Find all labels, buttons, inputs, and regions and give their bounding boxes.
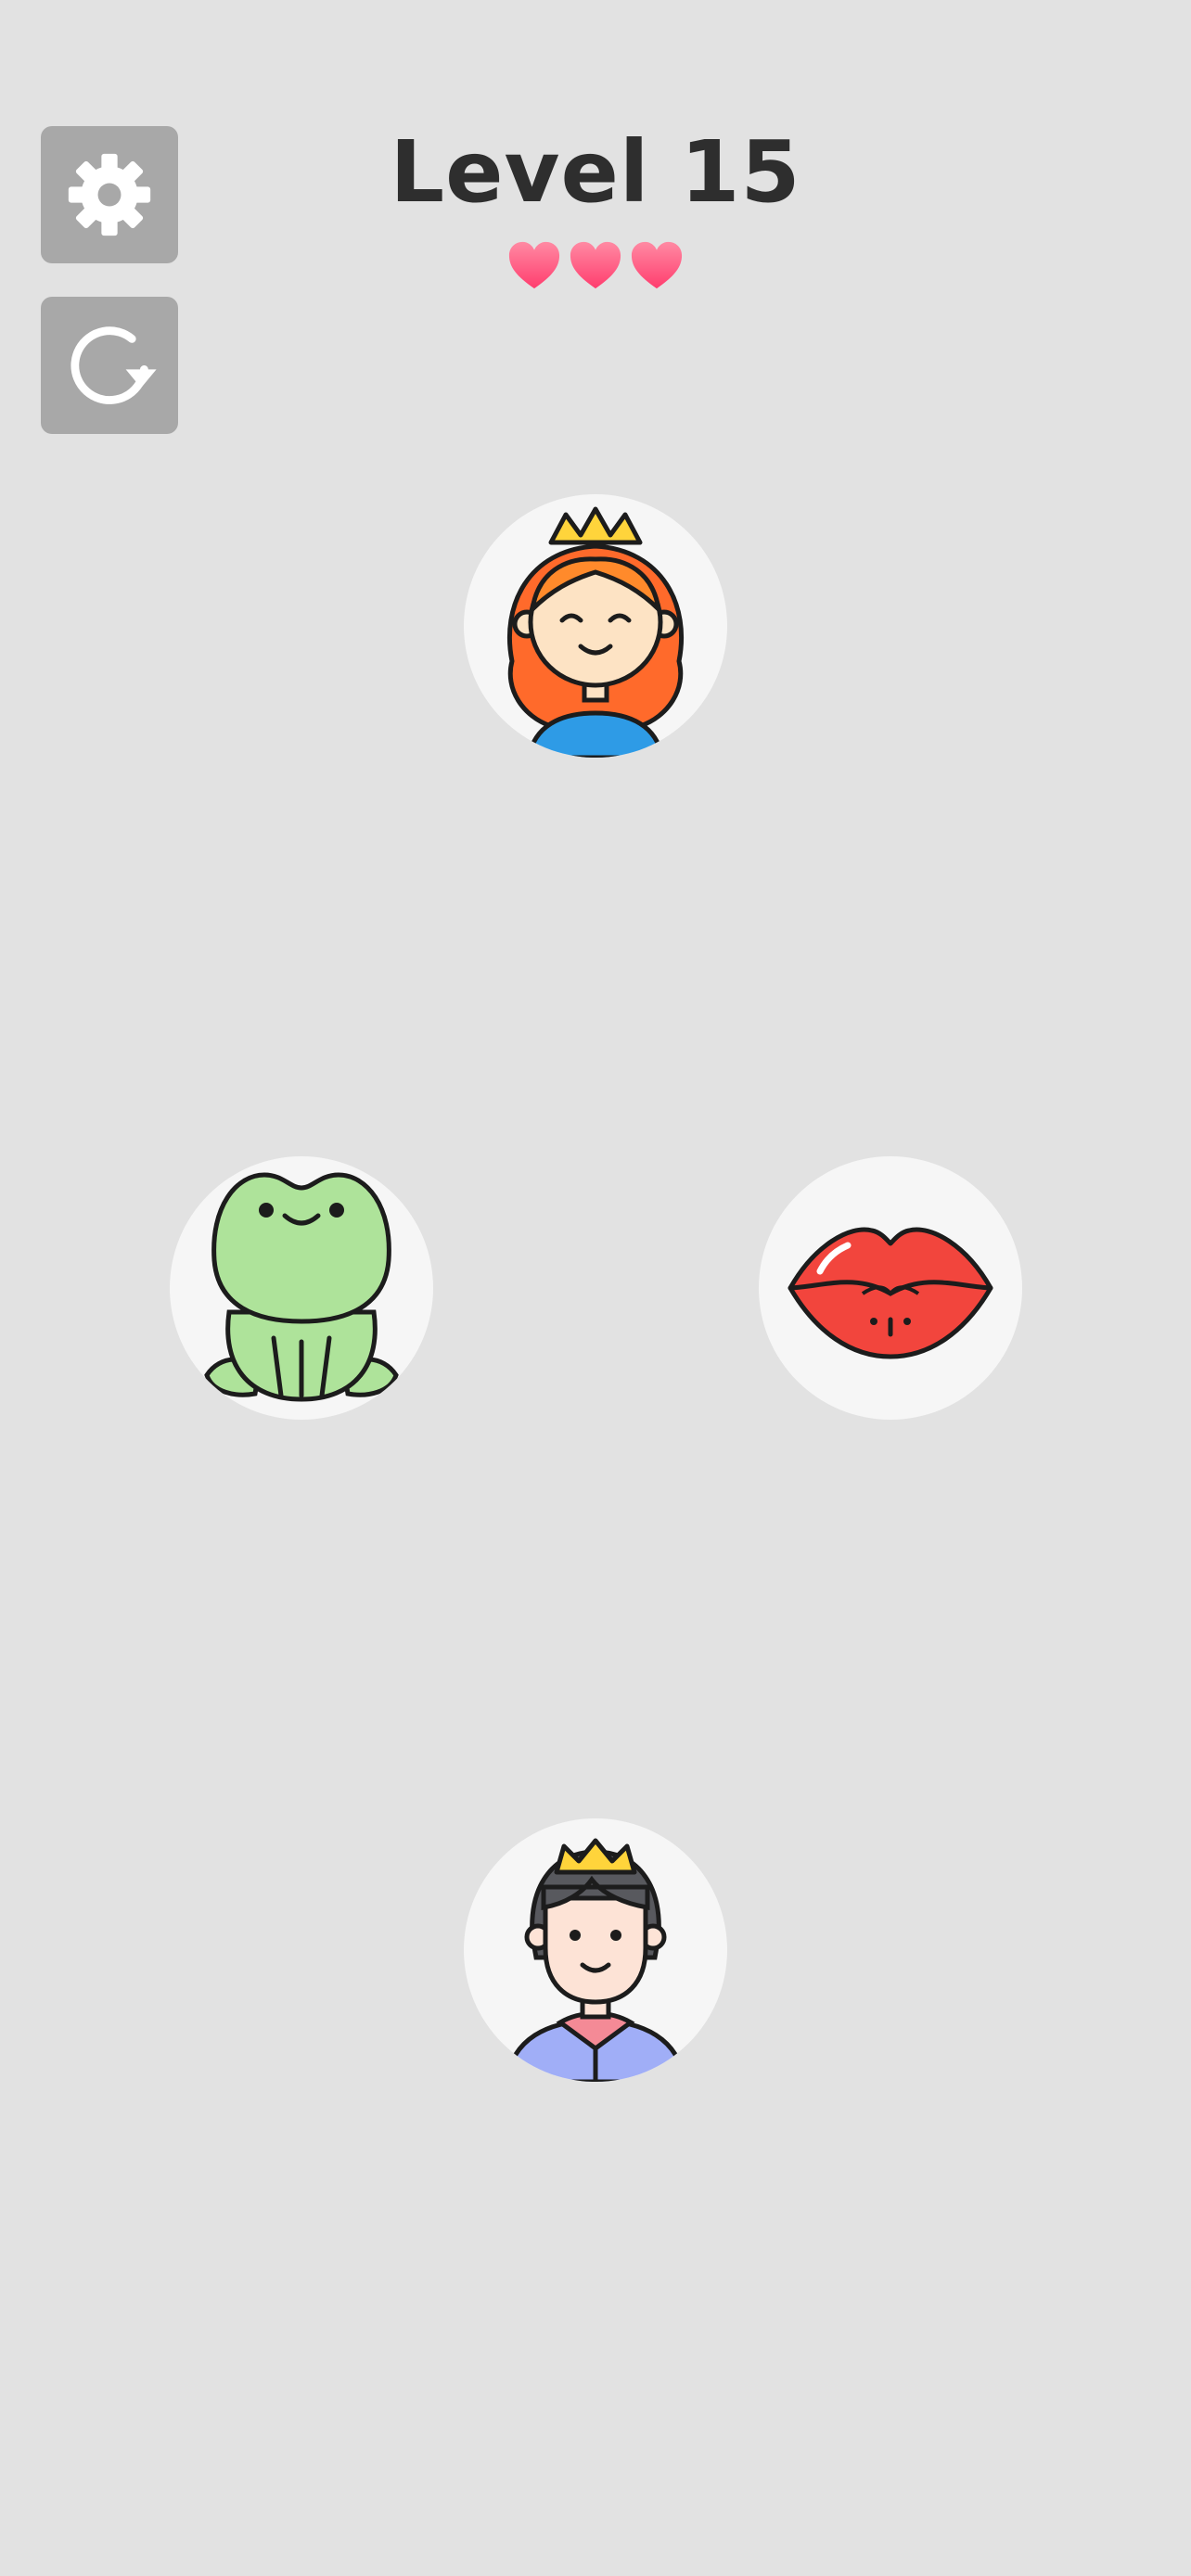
- princess-icon: [506, 506, 685, 758]
- restart-icon: [70, 326, 157, 404]
- lips-icon: [788, 1227, 993, 1359]
- prince-icon: [504, 1838, 687, 2082]
- tile-lips[interactable]: [759, 1156, 1022, 1420]
- lives-indicator: [0, 239, 1191, 291]
- heart-icon: [631, 241, 683, 289]
- level-title: Level 15: [390, 122, 801, 222]
- tile-princess[interactable]: [464, 494, 727, 758]
- frog-icon: [204, 1172, 399, 1402]
- restart-button[interactable]: [41, 297, 178, 434]
- tile-prince[interactable]: [464, 1818, 727, 2082]
- tile-frog[interactable]: [170, 1156, 433, 1420]
- heart-icon: [570, 241, 621, 289]
- heart-icon: [508, 241, 560, 289]
